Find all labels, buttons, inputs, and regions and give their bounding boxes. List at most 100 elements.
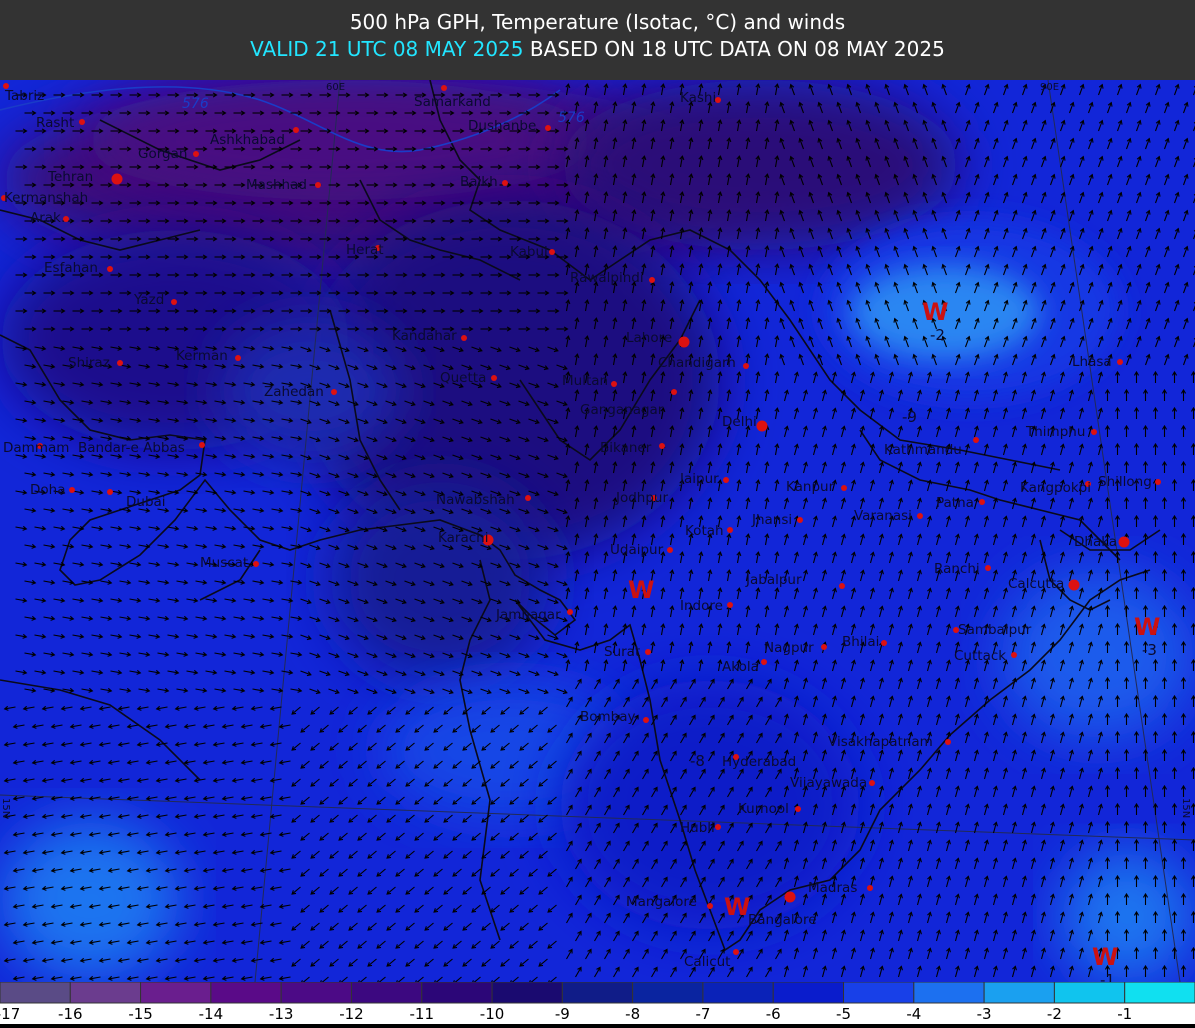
temperature-legend: -17-16-15-14-13-12-11-10-9-8-7-6-5-4-3-2… (0, 982, 1195, 1024)
city-label: Jabalpur (745, 572, 802, 588)
legend-swatch (633, 982, 703, 1003)
city-label: Kurnool (738, 801, 789, 817)
legend-swatch (1125, 982, 1195, 1003)
city-label: Kashi (680, 90, 716, 106)
city-label: Sambalpur (958, 622, 1032, 638)
city-label: Thimphu (1025, 424, 1085, 440)
city-label: Indore (680, 598, 723, 614)
city-kandahar[interactable]: Kandahar (392, 328, 467, 344)
grid-label: 60E (326, 82, 345, 93)
weather-map[interactable]: TabrizRashtAshkhabadSamarkandDushanbeKas… (0, 80, 1195, 982)
city-label: Calcutta (1008, 576, 1064, 592)
legend-swatch (281, 982, 351, 1003)
legend-label: -3 (977, 1005, 992, 1023)
legend-label: -9 (555, 1005, 570, 1023)
legend-swatch (0, 982, 70, 1003)
legend-label: -14 (199, 1005, 224, 1023)
temp-region-2 (560, 80, 960, 250)
city-karachi[interactable]: Karachi (438, 530, 494, 546)
city-label: Lhasa (1072, 354, 1112, 370)
chart-title: 500 hPa GPH, Temperature (Isotac, °C) an… (0, 10, 1195, 34)
legend-swatch (1054, 982, 1124, 1003)
city-label: Chandigarh (658, 355, 736, 371)
city-label: Muscat (200, 555, 248, 571)
city-label: Quetta (440, 370, 486, 386)
city-label: Dhaka (1074, 534, 1117, 550)
city-label: Kerman (176, 348, 228, 364)
city-label: Surat (604, 644, 640, 660)
city-label: Dushanbe (468, 118, 536, 134)
city-label: Herat (346, 242, 384, 258)
city-dammam[interactable]: Dammam (3, 440, 69, 456)
legend-swatch (844, 982, 914, 1003)
city-kashi[interactable]: Kashi (680, 90, 721, 106)
legend-label: -17 (0, 1005, 20, 1023)
warm-center-marker: W (724, 893, 750, 921)
city-label: Doha (30, 482, 65, 498)
city-jodhpur[interactable]: Jodhpur (615, 490, 668, 506)
city-label: Calicut (684, 954, 730, 970)
city-label: Kandahar (392, 328, 457, 344)
city-label: Arak (30, 210, 61, 226)
city-label: Kermanshah (4, 190, 88, 206)
legend-label: -1 (1117, 1005, 1132, 1023)
city-label: Rawalpindi (570, 270, 644, 286)
city-label: Bangalore (748, 912, 817, 928)
city-kermanshah[interactable]: Kermanshah (1, 190, 88, 206)
city-label: Visakhapatnam (828, 734, 933, 750)
city-label: Rasht (36, 115, 74, 131)
city-label: Samarkand (414, 94, 491, 110)
legend-label: -6 (766, 1005, 781, 1023)
legend-swatch (492, 982, 562, 1003)
city-label: Balkh (460, 174, 498, 190)
city-shillong[interactable]: Shillong (1098, 474, 1161, 490)
city-label: Bhilai (842, 634, 879, 650)
temp-region-5 (330, 480, 550, 680)
city-label: Ganganagar (580, 402, 664, 418)
isotherm-label: -9 (902, 408, 917, 426)
city-herat[interactable]: Herat (346, 242, 384, 258)
city-label: Zahedan (264, 384, 324, 400)
city-label: Udaipur (610, 542, 664, 558)
city-label: Hubli (680, 820, 715, 836)
chart-subtitle: VALID 21 UTC 08 MAY 2025 BASED ON 18 UTC… (0, 37, 1195, 61)
legend-label: -15 (128, 1005, 153, 1023)
city-chandigarh[interactable]: Chandigarh (658, 355, 749, 371)
legend-label: -7 (695, 1005, 710, 1023)
city-hyderabad[interactable]: Hyderabad (722, 754, 796, 770)
warm-center-marker: W (628, 576, 654, 604)
city-label: Madras (808, 880, 857, 896)
grid-label: 90E (1040, 82, 1059, 93)
legend-swatch (70, 982, 140, 1003)
city-label: Nagpur (764, 640, 814, 656)
city-label: Gorgan (138, 146, 187, 162)
city-kangpokpi[interactable]: Kangpokpi (1020, 480, 1091, 496)
city-label: Mashhad (246, 177, 307, 193)
grid-label: 15N (0, 798, 11, 818)
city-label: Tehran (47, 169, 93, 185)
legend-label: -2 (1047, 1005, 1062, 1023)
city-label: Karachi (438, 530, 488, 546)
city-vijayawada[interactable]: Vijayawada (790, 775, 875, 791)
valid-time: VALID 21 UTC 08 MAY 2025 (250, 37, 523, 61)
city-rawalpindi[interactable]: Rawalpindi (570, 270, 655, 286)
city-label: Tabriz (4, 88, 44, 104)
based-on-time: BASED ON 18 UTC DATA ON 08 MAY 2025 (530, 37, 945, 61)
city-label: Kanpur (786, 479, 835, 495)
legend-label: -8 (625, 1005, 640, 1023)
city-label: Jodhpur (615, 490, 668, 506)
city-label: Delhi (722, 414, 757, 430)
city-label: Kathmandu (884, 442, 962, 458)
city-visakhapatnam[interactable]: Visakhapatnam (828, 734, 951, 750)
city-label: Varanasi (854, 508, 912, 524)
temp-region-1 (80, 80, 600, 200)
legend-label: -10 (480, 1005, 505, 1023)
gph-contour-label: 576 (558, 110, 585, 126)
city-sambalpur[interactable]: Sambalpur (953, 622, 1032, 638)
legend-swatch (351, 982, 421, 1003)
city-label: Kangpokpi (1020, 480, 1091, 496)
city-label: Yazd (133, 292, 164, 308)
legend-swatch (703, 982, 773, 1003)
isotherm-label: -8 (690, 752, 705, 770)
city-label: Kotah (685, 523, 724, 539)
